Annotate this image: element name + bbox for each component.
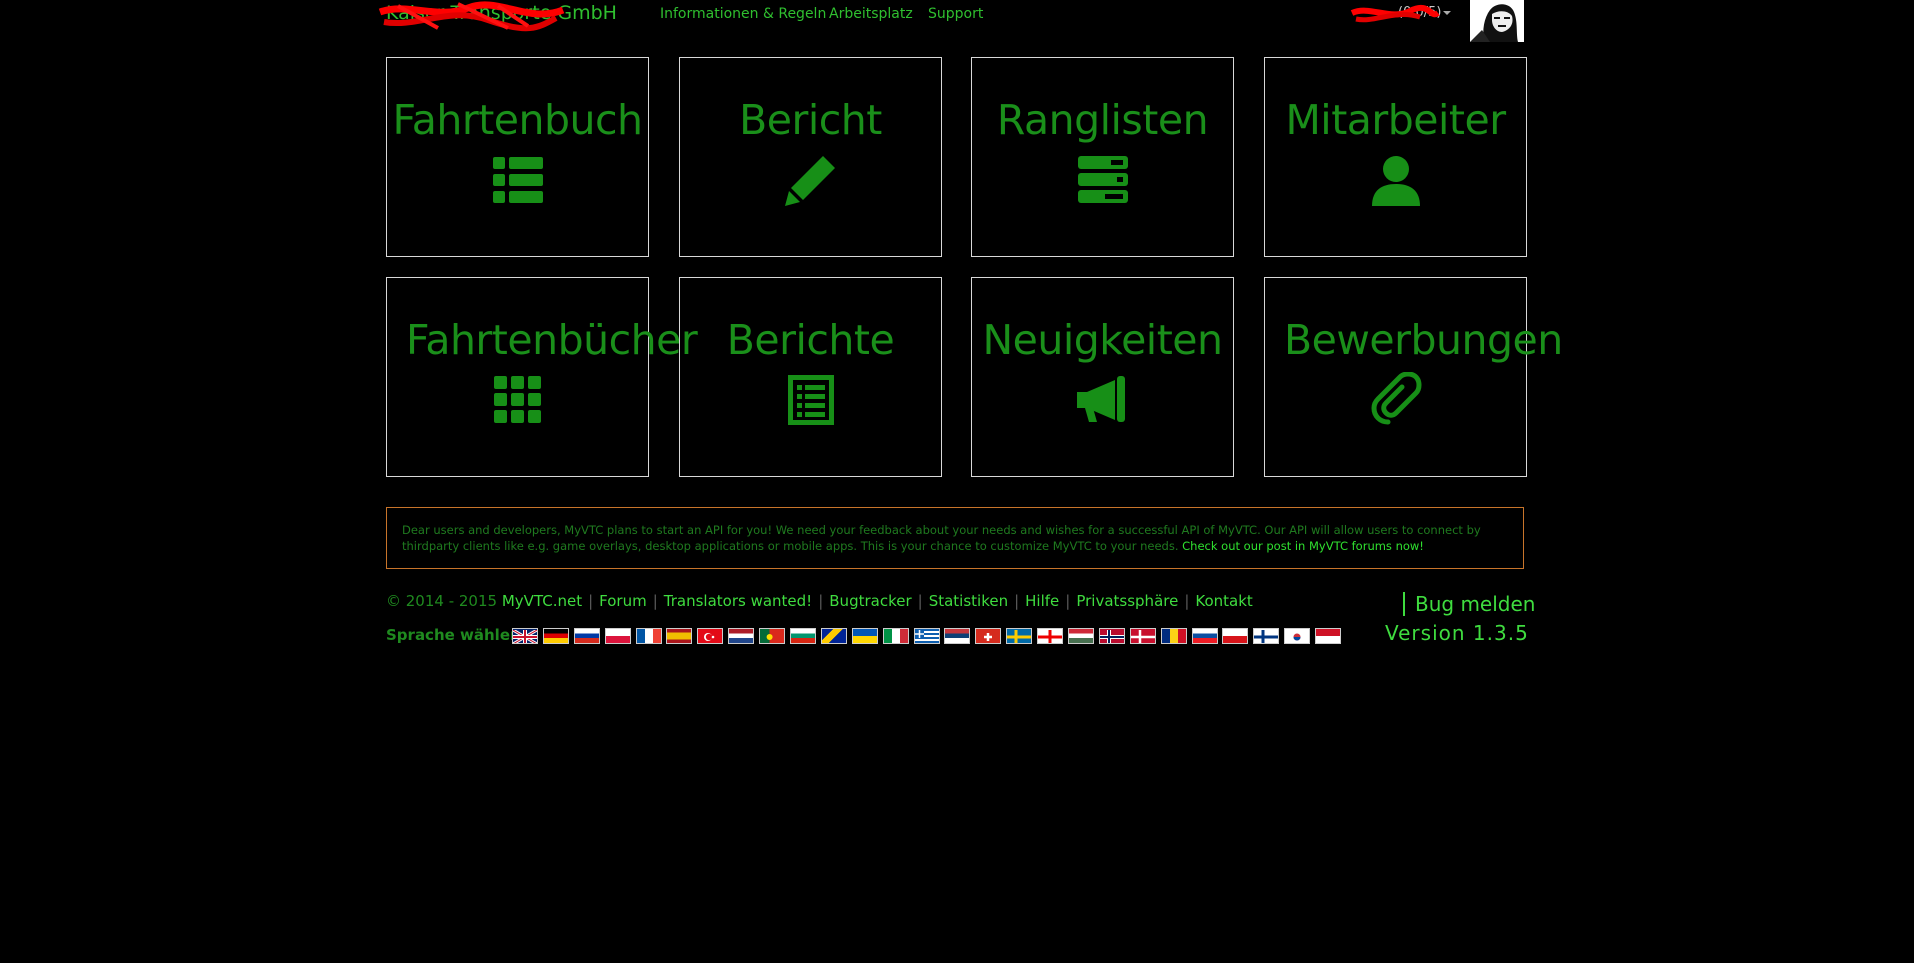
tile-fahrtenbuch[interactable]: Fahrtenbuch [386,57,649,257]
pencil-icon [783,152,839,208]
tile-label: Ranglisten [996,96,1209,144]
bug-report-button[interactable]: Bug melden [1403,592,1535,616]
list-icon [490,152,546,208]
tile-bericht[interactable]: Bericht [679,57,942,257]
footer-link-statistiken[interactable]: Statistiken [929,592,1008,610]
nav-arbeitsplatz[interactable]: Arbeitsplatz [829,6,913,22]
nav-informationen-regeln[interactable]: Informationen & Regeln [660,6,826,22]
tile-label: Fahrtenbücher [406,316,698,364]
copyright: © 2014 - 2015 [386,592,498,610]
tile-bewerbungen[interactable]: Bewerbungen [1264,277,1563,477]
notice-forum-link[interactable]: Check out our post in MyVTC forums now! [1182,539,1424,553]
flag-nl-icon[interactable] [728,628,755,644]
flag-pt-icon[interactable] [759,628,786,644]
flag-de-icon[interactable] [542,628,569,644]
flag-id-icon[interactable] [1315,628,1342,644]
footer-link-kontakt[interactable]: Kontakt [1195,592,1252,610]
flag-ru-icon[interactable] [573,628,600,644]
tile-label: Fahrtenbuch [392,96,643,144]
nav-support[interactable]: Support [928,6,983,22]
flag-es-icon[interactable] [666,628,693,644]
tasks-icon [1075,152,1131,208]
tile-label: Berichte [726,316,895,364]
flag-rs-icon[interactable] [944,628,971,644]
flag-cz-icon[interactable] [1222,628,1249,644]
language-flags [512,628,1346,644]
flag-it-icon[interactable] [882,628,909,644]
user-menu[interactable]: (0.0/5) [1350,4,1452,23]
avatar[interactable] [1470,0,1524,42]
footer-links: © 2014 - 2015 MyVTC.net | Forum | Translator… [386,592,1253,610]
footer-link-hilfe[interactable]: Hilfe [1025,592,1059,610]
redaction-scribble [1350,4,1440,23]
tile-berichte[interactable]: Berichte [679,277,942,477]
list-alt-icon [783,372,839,428]
flag-ba-icon[interactable] [820,628,847,644]
flag-fr-icon[interactable] [635,628,662,644]
flag-pl-icon[interactable] [604,628,631,644]
flag-bg-icon[interactable] [790,628,817,644]
separator: | [1184,592,1190,610]
separator: | [818,592,824,610]
footer-link-translators[interactable]: Translators wanted! [664,592,812,610]
separator: | [588,592,594,610]
footer-link-myvtc[interactable]: MyVTC.net [502,592,582,610]
redaction-scribble [378,1,565,32]
flag-sk-icon[interactable] [1191,628,1218,644]
flag-uk-icon[interactable] [512,628,538,644]
tile-label: Bewerbungen [1284,316,1563,364]
language-label: Sprache wählen: [386,626,527,644]
api-notice: Dear users and developers, MyVTC plans t… [386,507,1524,569]
flag-dk-icon[interactable] [1129,628,1156,644]
tile-mitarbeiter[interactable]: Mitarbeiter [1264,57,1527,257]
version-label: Version 1.3.5 [1385,621,1529,645]
flag-fi-icon[interactable] [1253,628,1280,644]
flag-ch-icon[interactable] [975,628,1002,644]
tile-label: Mitarbeiter [1285,96,1506,144]
user-icon [1368,152,1424,208]
footer-link-forum[interactable]: Forum [599,592,647,610]
separator: | [1014,592,1020,610]
flag-ge-icon[interactable] [1037,628,1064,644]
flag-kr-icon[interactable] [1284,628,1311,644]
tile-label: Bericht [739,96,882,144]
bullhorn-icon [1075,372,1131,428]
avatar-image [1470,0,1524,42]
flag-ua-icon[interactable] [851,628,878,644]
grid-icon [490,372,546,428]
tile-fahrtenbuecher[interactable]: Fahrtenbücher [386,277,698,477]
chevron-down-icon [1443,10,1452,15]
brand-link[interactable]: Kaiser Transporte GmbH [378,1,617,32]
separator: | [1065,592,1071,610]
tile-ranglisten[interactable]: Ranglisten [971,57,1234,257]
footer-link-privatssphaere[interactable]: Privatssphäre [1076,592,1178,610]
flag-tr-icon[interactable] [697,628,724,644]
paperclip-icon [1368,371,1424,428]
tile-label: Neuigkeiten [982,316,1223,364]
flag-no-icon[interactable] [1098,628,1125,644]
flag-gr-icon[interactable] [913,628,940,644]
flag-hu-icon[interactable] [1068,628,1095,644]
separator: | [652,592,658,610]
flag-ro-icon[interactable] [1160,628,1187,644]
footer-link-bugtracker[interactable]: Bugtracker [829,592,911,610]
tile-neuigkeiten[interactable]: Neuigkeiten [971,277,1234,477]
flag-se-icon[interactable] [1006,628,1033,644]
separator: | [917,592,923,610]
navbar: Kaiser Transporte GmbH Informationen & R… [0,0,1914,42]
